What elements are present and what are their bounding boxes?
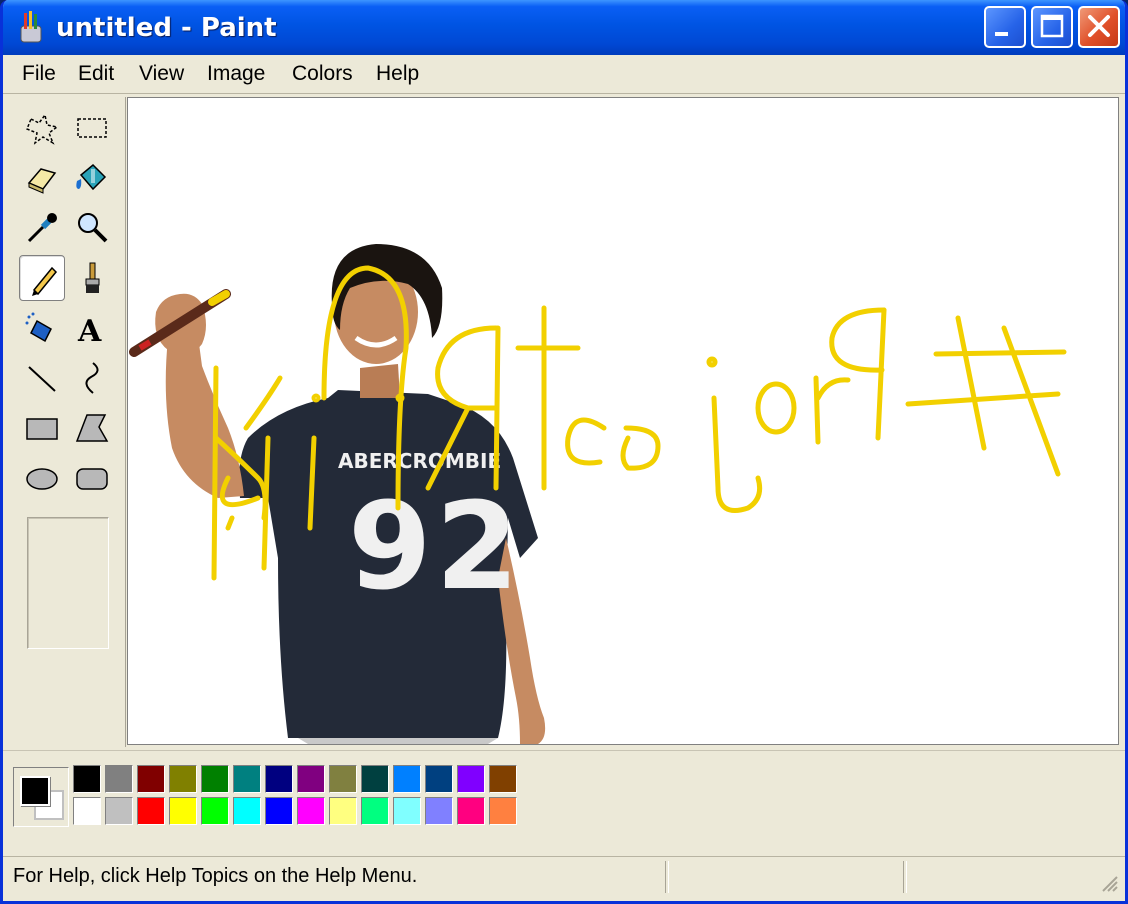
- palette-swatch[interactable]: [489, 797, 517, 825]
- palette-swatch[interactable]: [233, 765, 261, 793]
- paint-window: untitled - Paint File Edit View Image Co…: [0, 0, 1128, 904]
- tool-pencil[interactable]: [19, 255, 65, 301]
- palette-swatch[interactable]: [201, 797, 229, 825]
- palette-swatch[interactable]: [105, 797, 133, 825]
- palette-swatch[interactable]: [137, 765, 165, 793]
- tool-eraser[interactable]: [19, 155, 65, 201]
- toolbox: A: [11, 97, 126, 747]
- tool-pick-color[interactable]: [19, 205, 65, 251]
- tool-rect-select[interactable]: [69, 105, 115, 151]
- palette-swatch[interactable]: [105, 765, 133, 793]
- foreground-color-swatch[interactable]: [20, 776, 50, 806]
- canvas-drawing: ABERCROMBIE 92: [129, 244, 1067, 744]
- shirt-number-text: 92: [348, 478, 523, 617]
- rounded-rect-icon: [76, 468, 108, 490]
- palette-swatch[interactable]: [265, 765, 293, 793]
- pencil-icon: [32, 266, 58, 296]
- magnifier-icon: [78, 213, 108, 243]
- palette-swatch[interactable]: [489, 765, 517, 793]
- maximize-icon: [1040, 14, 1064, 38]
- person-photo: ABERCROMBIE 92: [129, 244, 546, 744]
- menu-image[interactable]: Image: [201, 60, 271, 88]
- line-icon: [28, 366, 56, 392]
- paint-app-icon: [20, 11, 42, 43]
- airbrush-icon: [25, 312, 52, 343]
- palette-swatch[interactable]: [393, 797, 421, 825]
- palette-swatch[interactable]: [201, 765, 229, 793]
- tool-airbrush[interactable]: [19, 305, 65, 351]
- palette-swatch[interactable]: [393, 765, 421, 793]
- status-bar: For Help, click Help Topics on the Help …: [3, 856, 1125, 897]
- tool-fill[interactable]: [69, 155, 115, 201]
- palette-swatch[interactable]: [457, 765, 485, 793]
- polygon-icon: [75, 414, 109, 442]
- tool-rectangle[interactable]: [19, 405, 65, 451]
- maximize-button[interactable]: [1031, 6, 1073, 48]
- tool-line[interactable]: [19, 355, 65, 401]
- minimize-button[interactable]: [984, 6, 1026, 48]
- tool-rounded-rect[interactable]: [69, 455, 115, 501]
- shirt-brand-text: ABERCROMBIE: [338, 449, 501, 473]
- close-button[interactable]: [1078, 6, 1120, 48]
- palette-swatch[interactable]: [137, 797, 165, 825]
- curve-icon: [85, 362, 99, 394]
- tool-ellipse[interactable]: [19, 455, 65, 501]
- palette-swatch[interactable]: [73, 765, 101, 793]
- tool-free-form-select[interactable]: [19, 105, 65, 151]
- brush-icon: [85, 262, 100, 293]
- palette-swatch[interactable]: [457, 797, 485, 825]
- tool-brush[interactable]: [69, 255, 115, 301]
- tool-magnifier[interactable]: [69, 205, 115, 251]
- tool-text[interactable]: A: [69, 305, 115, 351]
- rect-select-icon: [77, 118, 107, 138]
- palette-swatch[interactable]: [233, 797, 261, 825]
- menu-file[interactable]: File: [16, 60, 62, 88]
- palette-swatch[interactable]: [169, 797, 197, 825]
- palette-swatch[interactable]: [297, 797, 325, 825]
- svg-text:A: A: [77, 314, 102, 347]
- menu-colors[interactable]: Colors: [286, 60, 359, 88]
- window-title: untitled - Paint: [56, 13, 277, 43]
- menu-help[interactable]: Help: [370, 60, 425, 88]
- ellipse-icon: [26, 468, 58, 490]
- current-colors-box[interactable]: [13, 767, 69, 827]
- menu-edit[interactable]: Edit: [72, 60, 120, 88]
- fill-bucket-icon: [76, 163, 107, 191]
- status-text: For Help, click Help Topics on the Help …: [13, 865, 418, 887]
- palette-swatch[interactable]: [265, 797, 293, 825]
- tool-options-box[interactable]: [27, 517, 109, 649]
- minimize-icon: [995, 32, 1008, 36]
- palette-swatch[interactable]: [329, 797, 357, 825]
- palette-swatch[interactable]: [425, 765, 453, 793]
- free-form-select-icon: [26, 113, 59, 145]
- color-palette-area: [3, 750, 1125, 847]
- tool-polygon[interactable]: [69, 405, 115, 451]
- rectangle-icon: [26, 418, 58, 440]
- menu-bar: File Edit View Image Colors Help: [3, 55, 1125, 94]
- status-separator: [665, 861, 669, 893]
- palette-swatch[interactable]: [73, 797, 101, 825]
- text-icon: A: [77, 314, 102, 347]
- resize-grip-icon[interactable]: [1099, 873, 1119, 893]
- menu-view[interactable]: View: [133, 60, 190, 88]
- palette-swatch[interactable]: [425, 797, 453, 825]
- palette-swatch[interactable]: [329, 765, 357, 793]
- palette-swatch[interactable]: [361, 797, 389, 825]
- drawing-canvas[interactable]: ABERCROMBIE 92: [127, 97, 1119, 745]
- status-separator: [903, 861, 907, 893]
- eraser-icon: [27, 168, 57, 194]
- close-icon: [1088, 15, 1110, 37]
- tool-curve[interactable]: [69, 355, 115, 401]
- title-bar[interactable]: untitled - Paint: [3, 0, 1125, 55]
- color-picker-icon: [27, 213, 57, 243]
- palette-swatch[interactable]: [169, 765, 197, 793]
- palette-swatch[interactable]: [361, 765, 389, 793]
- palette-swatch[interactable]: [297, 765, 325, 793]
